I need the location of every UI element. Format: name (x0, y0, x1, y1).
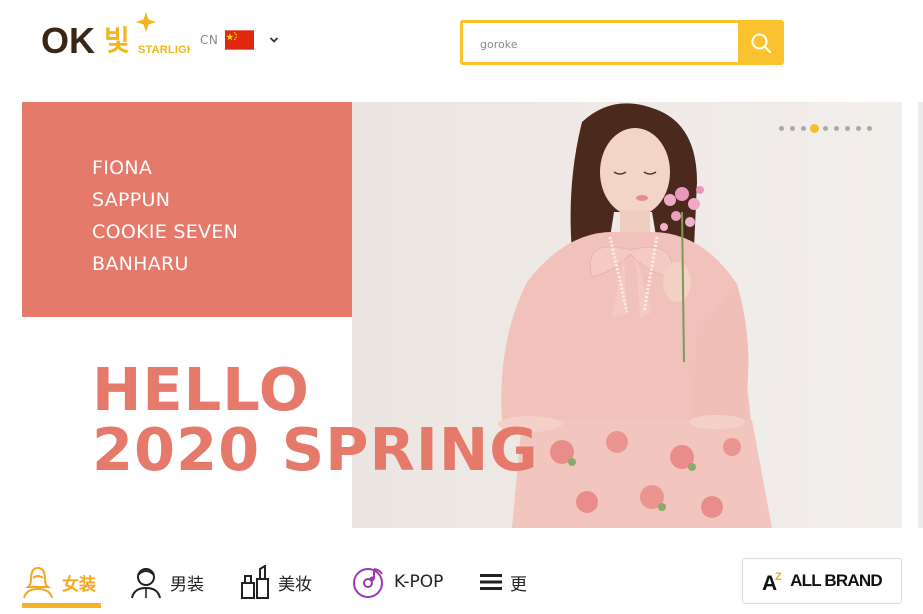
nav-label: K-POP (394, 572, 444, 592)
slide-dot[interactable] (790, 126, 795, 131)
brand-link[interactable]: SAPPUN (92, 184, 238, 216)
language-code: CN (200, 33, 219, 47)
slide-dot[interactable] (823, 126, 828, 131)
nav-item-more[interactable]: 更 (480, 562, 527, 602)
chevron-down-icon[interactable] (269, 36, 279, 44)
music-disc-icon (353, 568, 383, 598)
slide-dot[interactable] (856, 126, 861, 131)
slide-indicators (773, 124, 872, 133)
brand-link[interactable]: FIONA (92, 152, 238, 184)
slide-dot[interactable] (779, 126, 784, 131)
svg-text:Z: Z (775, 571, 782, 583)
slide-dot-active[interactable] (810, 124, 819, 133)
logo-sub-text: STARLIGHT (138, 44, 190, 56)
search-input[interactable] (480, 35, 720, 53)
nav-label: 美妆 (278, 574, 312, 595)
brand-panel: FIONA SAPPUN COOKIE SEVEN BANHARU (22, 102, 352, 317)
slide-dot[interactable] (867, 126, 872, 131)
az-icon: A Z (762, 571, 782, 592)
logo-korean-text: 빛 (104, 24, 130, 57)
nav-label: 男装 (170, 574, 204, 595)
nav-label: 更 (510, 574, 527, 595)
search-bar (460, 20, 784, 65)
logo-star-icon (136, 12, 156, 32)
cosmetics-icon (241, 565, 269, 599)
site-logo[interactable]: OK 빛 STARLIGHT (40, 12, 202, 61)
nav-item-women[interactable]: 女装 (22, 562, 96, 602)
menu-icon (480, 574, 502, 590)
man-icon (131, 568, 161, 599)
nav-label: 女装 (62, 574, 96, 595)
nav-item-beauty[interactable]: 美妆 (240, 562, 312, 602)
search-box (460, 20, 740, 65)
brand-link[interactable]: COOKIE SEVEN (92, 216, 238, 248)
hero-banner[interactable]: FIONA SAPPUN COOKIE SEVEN BANHARU HELLO … (22, 102, 902, 528)
language-selector[interactable]: CN (200, 30, 279, 50)
next-slide-peek (918, 102, 923, 528)
all-brand-button[interactable]: A Z ALL BRAND (742, 558, 902, 604)
slide-dot[interactable] (834, 126, 839, 131)
slide-dot[interactable] (845, 126, 850, 131)
nav-item-kpop[interactable]: K-POP (352, 562, 443, 602)
logo-ok-text: OK (41, 20, 95, 58)
brand-list: FIONA SAPPUN COOKIE SEVEN BANHARU (92, 152, 238, 280)
brand-link[interactable]: BANHARU (92, 248, 238, 280)
headline-line-2: 2020 SPRING (92, 415, 539, 484)
search-button[interactable] (738, 20, 784, 65)
active-nav-underline (22, 603, 101, 608)
cn-flag-icon (225, 30, 255, 50)
woman-icon (23, 566, 53, 599)
headline-line-1: HELLO (92, 355, 310, 424)
banner-headline: HELLO 2020 SPRING (92, 360, 539, 480)
slide-dot[interactable] (801, 126, 806, 131)
nav-item-men[interactable]: 男装 (130, 562, 204, 602)
all-brand-label: ALL BRAND (790, 571, 882, 590)
search-icon (751, 33, 772, 54)
